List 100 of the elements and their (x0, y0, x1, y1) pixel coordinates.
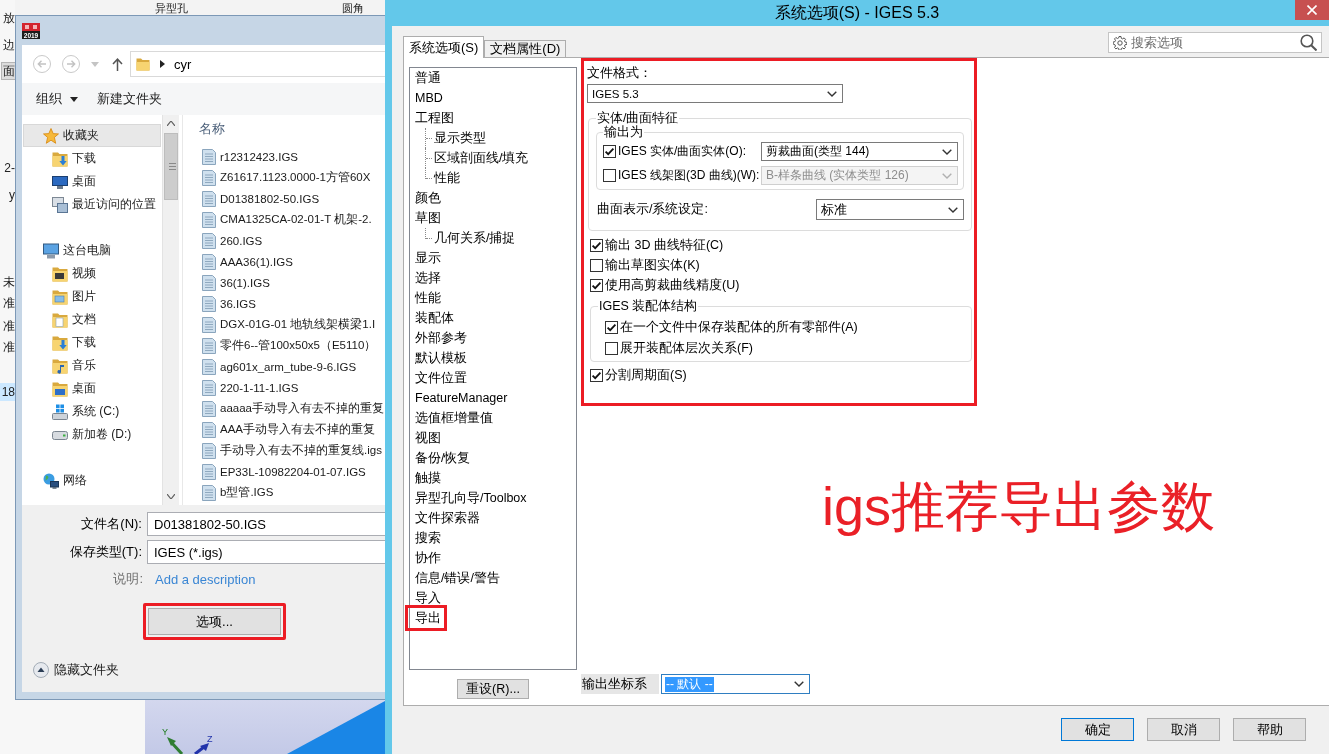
ribbon-button[interactable]: 异型孔 (155, 0, 188, 15)
tree-item[interactable]: 装配体 (410, 308, 457, 328)
breadcrumb-item[interactable]: cyr (174, 56, 192, 72)
dialog-button[interactable]: 取消 (1147, 718, 1220, 741)
caret-down-icon (167, 494, 175, 499)
tree-item[interactable]: 显示 (410, 248, 444, 268)
file-row[interactable]: D01381802-50.IGS (183, 188, 320, 209)
file-row[interactable]: b型管.IGS (183, 482, 274, 503)
toolbar-button[interactable]: 新建文件夹 (97, 90, 162, 108)
tree-item[interactable]: 文件探索器 (410, 508, 483, 528)
nav-item[interactable]: 桌面 (23, 170, 161, 193)
checkbox[interactable] (590, 258, 603, 272)
file-row[interactable]: aaaaa手动导入有去不掉的重复 (183, 398, 384, 419)
tree-item[interactable]: 导出 (405, 605, 447, 631)
tree-item[interactable]: 选值框增量值 (410, 408, 496, 428)
file-row[interactable]: 220-1-11-1.IGS (183, 377, 299, 398)
dropdown[interactable]: 剪裁曲面(类型 144) (761, 142, 958, 161)
download-folder-icon (52, 334, 68, 351)
tree-item[interactable]: FeatureManager (410, 388, 511, 408)
search-icon[interactable] (1300, 34, 1317, 51)
nav-item[interactable]: 下载 (23, 147, 161, 170)
windows-drive-icon (52, 403, 68, 420)
column-header[interactable]: 名称 (199, 120, 225, 138)
file-row[interactable]: 零件6--管100x50x5（E5110） (183, 335, 377, 356)
checkbox[interactable] (605, 321, 618, 334)
dialog-button[interactable]: 帮助 (1233, 718, 1306, 741)
nav-item[interactable]: 最近访问的位置 (23, 193, 161, 216)
tree-item[interactable]: 选择 (410, 268, 444, 288)
file-row[interactable]: r12312423.IGS (183, 146, 298, 167)
hide-folders-toggle[interactable]: 隐藏文件夹 (33, 661, 119, 679)
nav-item[interactable]: 图片 (23, 285, 161, 308)
text-field[interactable]: IGES (*.igs) (147, 540, 385, 564)
tab[interactable]: 系统选项(S) (403, 36, 485, 58)
file-row[interactable]: CMA1325CA-02-01-T 机架-2. (183, 209, 372, 230)
reset-button[interactable]: 重设(R)... (457, 679, 529, 699)
file-row[interactable]: Z61617.1123.0000-1方管60X (183, 167, 371, 188)
nav-item[interactable]: 收藏夹 (23, 124, 161, 147)
nav-item[interactable]: 下载 (23, 331, 161, 354)
file-row[interactable]: 260.IGS (183, 230, 263, 251)
tree-item[interactable]: 默认模板 (410, 348, 470, 368)
nav-item[interactable]: 新加卷 (D:) (23, 423, 161, 446)
tree-item[interactable]: 导入 (410, 588, 444, 608)
tree-item[interactable]: 工程图 (410, 108, 457, 128)
tree-item[interactable]: 区域剖面线/填充 (410, 148, 532, 168)
file-row[interactable]: 36(1).IGS (183, 272, 270, 293)
file-row[interactable]: AAA36(1).IGS (183, 251, 293, 272)
tab[interactable]: 文档属性(D) (484, 40, 567, 57)
file-row[interactable]: EP33L-10982204-01-07.IGS (183, 461, 366, 482)
file-row[interactable]: DGX-01G-01 地轨线架横梁1.I (183, 314, 376, 335)
options-button[interactable]: 选项... (148, 608, 281, 635)
tree-item[interactable]: 外部参考 (410, 328, 470, 348)
checkbox[interactable] (590, 368, 603, 382)
file-icon (202, 379, 216, 396)
nav-item[interactable]: 这台电脑 (23, 239, 161, 262)
file-row[interactable]: AAA手动导入有去不掉的重复 (183, 419, 375, 440)
tree-item[interactable]: 性能 (410, 288, 444, 308)
nav-item[interactable]: 视频 (23, 262, 161, 285)
nav-item[interactable]: 文档 (23, 308, 161, 331)
checkbox[interactable] (603, 145, 616, 158)
group-title: 实体/曲面特征 (596, 111, 680, 125)
tree-item[interactable]: 协作 (410, 548, 444, 568)
tree-item[interactable]: 草图 (410, 208, 444, 228)
search-field[interactable]: 搜索选项 (1108, 32, 1322, 53)
tree-item[interactable]: 显示类型 (410, 128, 489, 148)
tree-item[interactable]: 性能 (410, 168, 463, 188)
tree-item[interactable]: 颜色 (410, 188, 444, 208)
text-field[interactable]: D01381802-50.IGS (147, 512, 385, 536)
ribbon-button[interactable]: 圆角 (342, 0, 364, 15)
nav-item[interactable]: 桌面 (23, 377, 161, 400)
tree-item[interactable]: 异型孔向导/Toolbox (410, 488, 530, 508)
dropdown[interactable]: IGES 5.3 (587, 84, 843, 103)
tree-item[interactable]: 信息/错误/警告 (410, 568, 503, 588)
checkbox[interactable] (590, 278, 603, 292)
toolbar-button[interactable]: 组织 (36, 90, 78, 108)
checkbox[interactable] (590, 238, 603, 252)
field-label: 保存类型(T): (69, 543, 142, 561)
nav-item[interactable]: 系统 (C:) (23, 400, 161, 423)
nav-item[interactable]: 音乐 (23, 354, 161, 377)
panel-button[interactable]: 面 (1, 62, 15, 80)
scrollbar-thumb[interactable] (164, 133, 178, 200)
up-arrow-icon[interactable] (112, 57, 123, 71)
checkbox[interactable] (605, 342, 618, 355)
tree-item[interactable]: MBD (410, 88, 446, 108)
file-row[interactable]: ag601x_arm_tube-9-6.IGS (183, 356, 357, 377)
nav-item[interactable]: 网络 (23, 469, 161, 492)
tree-item[interactable]: 触摸 (410, 468, 444, 488)
file-row[interactable]: 36.IGS (183, 293, 256, 314)
tree-item[interactable]: 普通 (410, 68, 444, 88)
list-row[interactable]: 18 (0, 383, 15, 401)
address-field[interactable]: cyr (130, 51, 385, 77)
tree-item[interactable]: 搜索 (410, 528, 444, 548)
tree-item[interactable]: 备份/恢复 (410, 448, 474, 468)
dialog-button[interactable]: 确定 (1061, 718, 1134, 741)
dropdown[interactable]: 标准 (816, 199, 964, 220)
file-row[interactable]: 手动导入有去不掉的重复线.igs (183, 440, 382, 461)
tree-item[interactable]: 视图 (410, 428, 444, 448)
tree-item[interactable]: 几何关系/捕捉 (410, 228, 519, 248)
checkbox-label: 分割周期面(S) (605, 366, 687, 384)
close-button[interactable] (1295, 0, 1329, 20)
tree-item[interactable]: 文件位置 (410, 368, 470, 388)
